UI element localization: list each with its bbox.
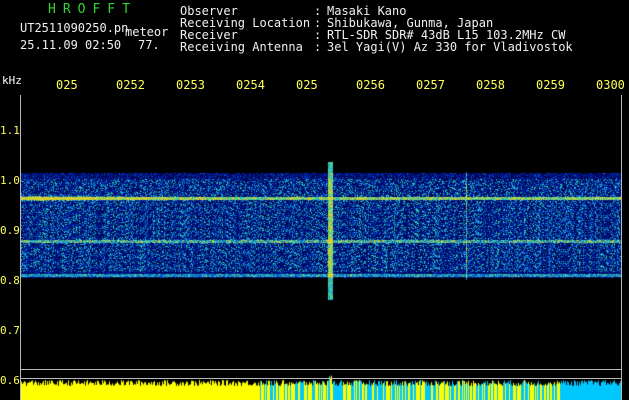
info-separator: : bbox=[314, 40, 322, 54]
y-tick-label: 0.7 bbox=[0, 324, 20, 337]
x-tick-label: 0253 bbox=[176, 78, 205, 92]
x-tick-label: 025 bbox=[296, 78, 318, 92]
x-tick-label: 025 bbox=[56, 78, 78, 92]
x-tick-label: 0259 bbox=[536, 78, 565, 92]
detection-type: meteor bbox=[125, 25, 169, 39]
axis-line bbox=[20, 95, 21, 400]
y-tick-label: 0.9 bbox=[0, 224, 20, 237]
app-logo: HROFFT bbox=[48, 2, 137, 17]
x-tick-label: 0254 bbox=[236, 78, 265, 92]
y-axis-unit: kHz bbox=[2, 74, 22, 87]
grid-line bbox=[20, 378, 622, 379]
y-tick-label: 0.8 bbox=[0, 274, 20, 287]
info-value-antenna: 3el Yagi(V) Az 330 for Vladivostok bbox=[327, 40, 573, 54]
y-tick-label: 1.0 bbox=[0, 174, 20, 187]
signal-level-bar bbox=[20, 368, 622, 400]
x-tick-label: 0257 bbox=[416, 78, 445, 92]
grid-line bbox=[20, 369, 622, 370]
x-tick-label: 0300 bbox=[596, 78, 625, 92]
x-tick-label: 0252 bbox=[116, 78, 145, 92]
file-name: UT2511090250.pn bbox=[20, 21, 129, 35]
x-tick-label: 0256 bbox=[356, 78, 385, 92]
info-key-antenna: Receiving Antenna bbox=[180, 40, 303, 54]
x-tick-label: 0258 bbox=[476, 78, 505, 92]
y-tick-label: 0.6 bbox=[0, 374, 20, 387]
count-value: 77. bbox=[138, 38, 160, 52]
date-time: 25.11.09 02:50 bbox=[20, 38, 122, 52]
axis-line bbox=[621, 95, 622, 400]
y-tick-label: 1.1 bbox=[0, 124, 20, 137]
spectrogram bbox=[20, 95, 622, 368]
